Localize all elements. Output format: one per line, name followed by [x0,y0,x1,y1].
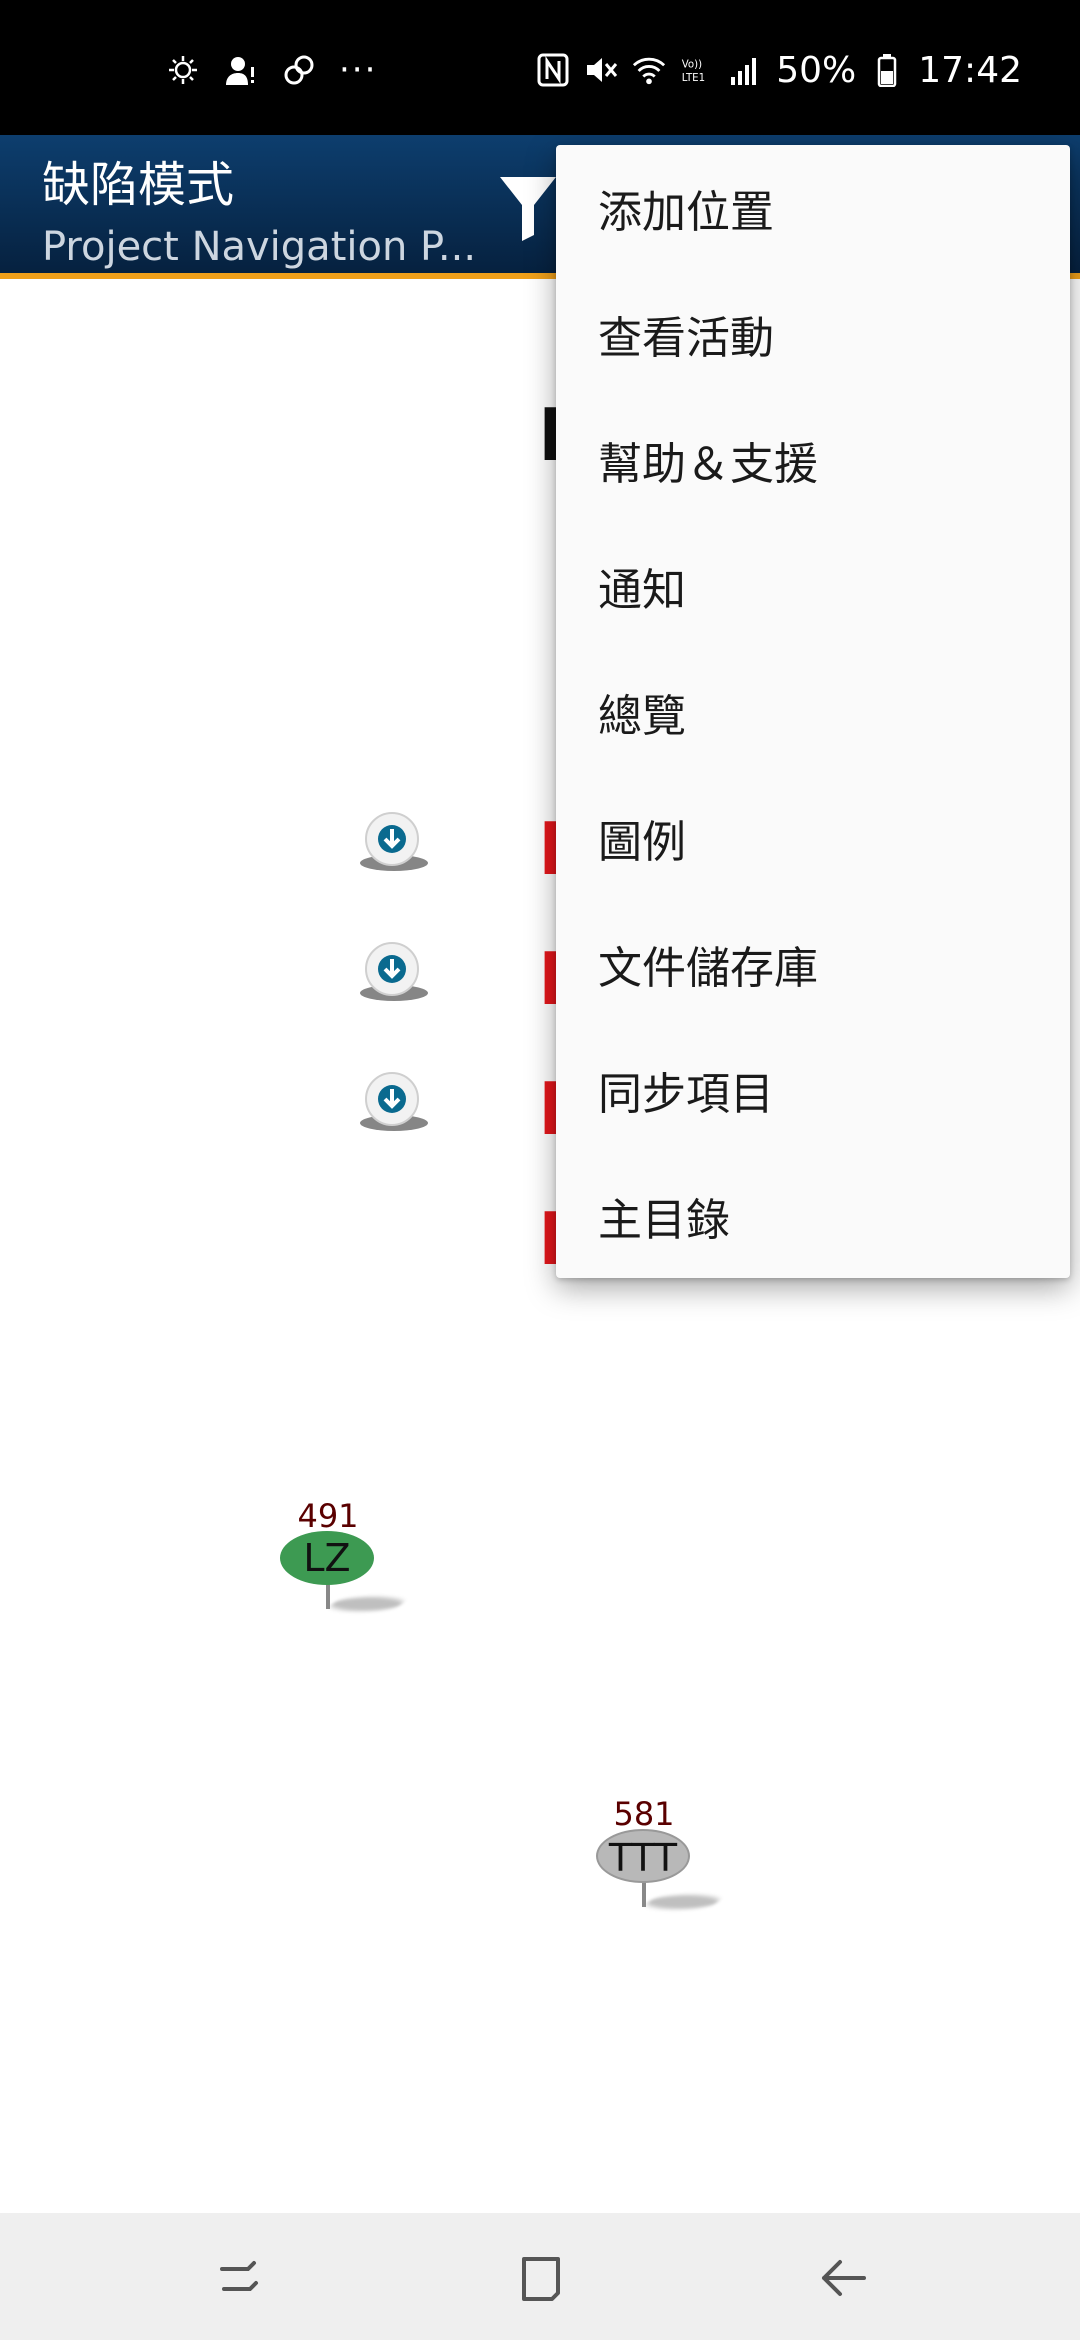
mute-icon [584,53,618,87]
download-icon[interactable] [352,1067,432,1141]
battery-percent: 50% [776,49,857,91]
menu-item-overview[interactable]: 總覽 [556,649,1070,775]
recent-apps-icon[interactable] [212,2251,266,2305]
menu-item-main-directory[interactable]: 主目錄 [556,1153,1070,1279]
svg-text:Vo)): Vo)) [682,59,702,70]
download-icon[interactable] [352,937,432,1011]
menu-item-notifications[interactable]: 通知 [556,523,1070,649]
download-icon[interactable] [352,807,432,881]
weather-icon [165,52,201,88]
overflow-menu: 添加位置 查看活動 幫助＆支援 通知 總覽 圖例 文件儲存庫 同步項目 主目錄 [556,145,1070,1278]
svg-text:LTE1: LTE1 [682,73,705,84]
project-subtitle[interactable]: Project Navigation P... [42,223,476,271]
more-notifications-icon: ··· [339,50,378,90]
menu-item-add-location[interactable]: 添加位置 [556,145,1070,271]
page-title: 缺陷模式 [42,157,235,213]
menu-item-help-support[interactable]: 幫助＆支援 [556,397,1070,523]
pin-number: 581 [613,1795,675,1833]
menu-item-view-activity[interactable]: 查看活動 [556,271,1070,397]
pin-shadow [326,1597,408,1611]
menu-item-sync-items[interactable]: 同步項目 [556,1027,1070,1153]
user-alert-icon [223,52,259,88]
status-right: Vo)) LTE1 50% 17:42 [536,49,1022,91]
wifi-icon [632,53,666,87]
nfc-icon [536,53,570,87]
pin-number: 491 [297,1497,359,1535]
battery-icon [870,53,904,87]
menu-item-document-repository[interactable]: 文件儲存庫 [556,901,1070,1027]
signal-icon [728,53,762,87]
filter-icon[interactable] [498,173,558,243]
clock: 17:42 [918,49,1022,91]
location-pin[interactable]: 581 TTT [584,1795,744,1925]
menu-item-legend[interactable]: 圖例 [556,775,1070,901]
home-icon[interactable] [514,2251,568,2305]
status-left: ··· [165,52,377,88]
status-bar: ··· Vo)) LTE1 50% 17:42 [0,0,1080,135]
back-icon[interactable] [816,2251,870,2305]
link-icon [281,52,317,88]
pin-shadow [642,1895,724,1909]
volte-icon: Vo)) LTE1 [680,53,714,87]
pin-head: TTT [596,1829,690,1883]
pin-head: LZ [280,1531,374,1585]
system-nav-bar [0,2213,1080,2340]
location-pin[interactable]: 491 LZ [268,1497,428,1627]
